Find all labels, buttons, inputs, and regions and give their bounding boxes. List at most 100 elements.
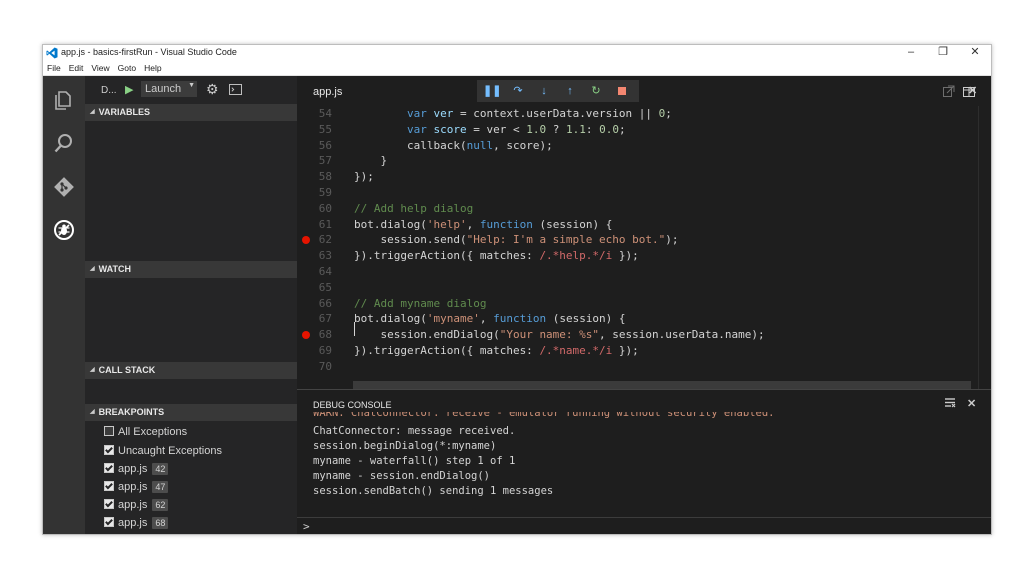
- gear-icon[interactable]: ⚙: [206, 81, 219, 98]
- debug-view-label: D...: [101, 85, 117, 96]
- console-line: session.sendBatch() sending 1 messages: [313, 485, 554, 497]
- code-line[interactable]: 55 var score = ver < 1.0 ? 1.1: 0.0;: [297, 122, 977, 138]
- checkbox[interactable]: [104, 517, 114, 527]
- step-over-icon[interactable]: ↷: [510, 83, 526, 99]
- horizontal-scrollbar[interactable]: [353, 381, 971, 389]
- breakpoint-row[interactable]: app.js 68: [104, 514, 169, 532]
- breakpoints-section-header[interactable]: ◢ BREAKPOINTS: [85, 404, 297, 421]
- code-text: var score = ver < 1.0 ? 1.1: 0.0;: [406, 122, 626, 136]
- console-warning-line: WARN: ChatConnector: receive - emulator …: [313, 412, 775, 418]
- console-line: ChatConnector: message received.: [313, 425, 516, 437]
- search-icon[interactable]: [52, 131, 76, 155]
- menu-edit[interactable]: Edit: [65, 61, 88, 73]
- watch-section-header[interactable]: ◢ WATCH: [85, 261, 297, 278]
- breakpoint-row[interactable]: Uncaught Exceptions: [104, 442, 222, 460]
- breakpoints-section-title: BREAKPOINTS: [98, 407, 165, 417]
- debug-console-toggle-icon[interactable]: [229, 84, 242, 95]
- menu-goto[interactable]: Goto: [114, 61, 140, 73]
- vscode-logo-icon: [46, 47, 58, 59]
- code-line[interactable]: 56 callback(null, score);: [297, 138, 977, 154]
- code-line[interactable]: 64: [297, 264, 977, 280]
- breakpoint-row[interactable]: app.js 62: [104, 496, 169, 514]
- code-line[interactable]: 59: [297, 185, 977, 201]
- tab-app-js[interactable]: app.js: [313, 86, 342, 98]
- line-number: 59: [318, 186, 332, 199]
- start-debug-icon[interactable]: ▶: [125, 83, 133, 96]
- code-line[interactable]: 54 var ver = context.userData.version ||…: [297, 106, 977, 122]
- menu-file[interactable]: File: [43, 61, 65, 73]
- code-line[interactable]: 69}).triggerAction({ matches: /.*name.*/…: [297, 343, 977, 359]
- open-changes-icon[interactable]: [943, 85, 955, 97]
- line-number: 54: [318, 107, 332, 120]
- code-line[interactable]: 57 }: [297, 153, 977, 169]
- code-line[interactable]: 70: [297, 359, 977, 375]
- code-line[interactable]: 67 bot.dialog('myname', function (session…: [297, 311, 977, 327]
- maximize-button[interactable]: ❐: [928, 45, 958, 61]
- code-line[interactable]: 65: [297, 280, 977, 296]
- line-number: 55: [318, 122, 332, 136]
- code-editor[interactable]: 54 var ver = context.userData.version ||…: [297, 106, 991, 389]
- call-stack-section-title: CALL STACK: [98, 365, 156, 375]
- breakpoint-label: app.js: [118, 481, 148, 493]
- code-text: // Add help dialog: [354, 201, 474, 215]
- clear-console-icon[interactable]: [944, 397, 956, 409]
- stop-icon[interactable]: [614, 83, 630, 99]
- close-tab-icon[interactable]: ✕: [968, 84, 977, 97]
- step-into-icon[interactable]: ↓: [536, 83, 552, 99]
- code-line[interactable]: 66 // Add myname dialog: [297, 296, 977, 312]
- breakpoint-row[interactable]: app.js 42: [104, 460, 169, 478]
- code-line[interactable]: 68 session.endDialog("Your name: %s", se…: [297, 327, 977, 343]
- line-number: 64: [318, 265, 332, 278]
- line-number: 61: [318, 217, 332, 231]
- checkbox[interactable]: [104, 499, 114, 509]
- code-line[interactable]: 61 bot.dialog('help', function (session) …: [297, 217, 977, 233]
- checkbox[interactable]: [104, 463, 114, 473]
- breakpoint-row[interactable]: All Exceptions: [104, 423, 187, 441]
- menu-help[interactable]: Help: [140, 61, 165, 73]
- variables-section-header[interactable]: ◢ VARIABLES: [85, 104, 297, 121]
- code-text: bot.dialog('myname', function (session) …: [354, 312, 626, 326]
- code-line[interactable]: 60 // Add help dialog: [297, 201, 977, 217]
- line-number: 62: [318, 233, 332, 247]
- restart-icon[interactable]: ↻: [588, 83, 604, 99]
- checkbox[interactable]: [104, 481, 114, 491]
- console-line: myname - waterfall() step 1 of 1: [313, 455, 516, 467]
- window-title: app.js - basics-firstRun - Visual Studio…: [61, 47, 237, 57]
- step-out-icon[interactable]: ↑: [562, 83, 578, 99]
- vertical-scrollbar[interactable]: [978, 106, 991, 389]
- close-panel-icon[interactable]: ✕: [967, 397, 976, 410]
- line-number: 69: [318, 344, 332, 357]
- expanded-arrow-icon: ◢: [90, 409, 95, 416]
- watch-section-title: WATCH: [98, 264, 131, 274]
- pause-icon[interactable]: ❚❚: [483, 83, 501, 99]
- console-prompt: >: [303, 520, 310, 533]
- code-text: }).triggerAction({ matches: /.*help.*/i …: [354, 249, 639, 263]
- code-line[interactable]: 63 }).triggerAction({ matches: /.*help.*/…: [297, 248, 977, 264]
- line-number: 66: [318, 296, 332, 310]
- debug-icon[interactable]: [52, 218, 76, 242]
- line-number: 67: [318, 312, 332, 326]
- explorer-icon[interactable]: [52, 88, 76, 112]
- line-number: 56: [318, 138, 332, 152]
- activity-bar: [43, 76, 85, 534]
- console-input[interactable]: >: [297, 517, 991, 534]
- line-number-badge: 47: [152, 481, 169, 493]
- code-text: callback(null, score);: [354, 138, 553, 152]
- close-window-button[interactable]: ✕: [960, 45, 990, 61]
- line-number-badge: 68: [152, 517, 169, 529]
- debug-action-bar: ❚❚ ↷ ↓ ↑ ↻: [477, 80, 639, 102]
- menu-view[interactable]: View: [87, 61, 113, 73]
- line-number: 65: [318, 280, 332, 294]
- minimize-button[interactable]: –: [896, 45, 926, 61]
- git-icon[interactable]: [52, 175, 76, 199]
- code-line[interactable]: 58});: [297, 169, 977, 185]
- call-stack-section-header[interactable]: ◢ CALL STACK: [85, 362, 297, 379]
- launch-config-select[interactable]: Launch ▼: [141, 81, 197, 97]
- code-text: bot.dialog('help', function (session) {: [354, 217, 613, 231]
- checkbox[interactable]: [104, 426, 114, 436]
- breakpoint-label: app.js: [118, 517, 148, 529]
- line-number: 63: [318, 249, 332, 263]
- breakpoint-row[interactable]: app.js 47: [104, 478, 169, 496]
- checkbox[interactable]: [104, 445, 114, 455]
- code-line[interactable]: 62 session.send("Help: I'm a simple echo…: [297, 232, 977, 248]
